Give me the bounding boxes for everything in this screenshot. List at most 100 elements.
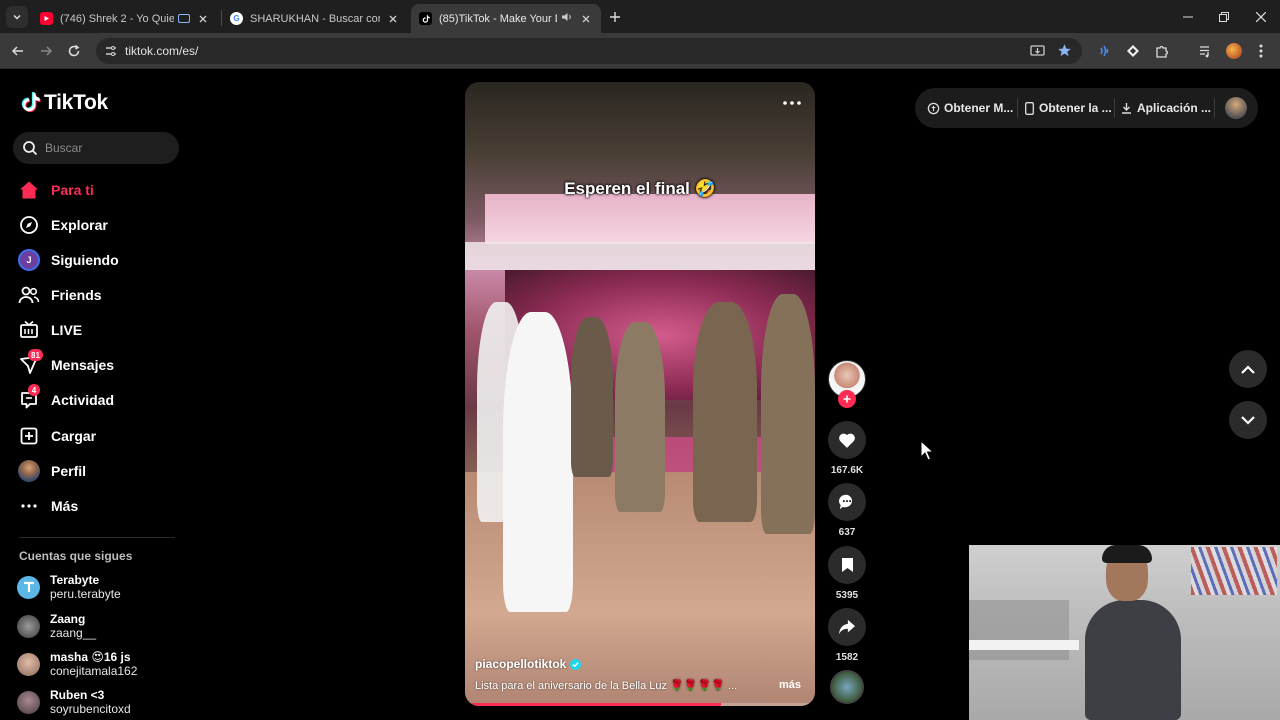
nav-label: Más — [51, 498, 79, 514]
close-tab-icon[interactable] — [386, 12, 400, 26]
install-app-icon[interactable] — [1030, 44, 1045, 63]
nav-item-live[interactable]: LIVE — [17, 317, 82, 343]
minimize-icon — [1183, 16, 1193, 18]
account-avatar — [17, 614, 40, 638]
nav-item-perfil[interactable]: Perfil — [17, 458, 86, 484]
video-author[interactable]: piacopellotiktok — [475, 657, 582, 671]
music-disc[interactable] — [830, 670, 864, 704]
comment-button[interactable] — [828, 483, 866, 521]
tab-title: (85)TikTok - Make Your Day — [439, 12, 557, 25]
video-player[interactable]: Esperen el final 🤣 piacopellotiktok List… — [465, 82, 815, 706]
bookmark-icon — [841, 558, 853, 572]
friends-icon — [17, 283, 41, 307]
extension-diamond-button[interactable] — [1123, 41, 1143, 61]
video-progress-bar[interactable] — [465, 703, 815, 706]
video-scene — [485, 194, 815, 244]
browser-tab[interactable]: (746) Shrek 2 - Yo Quiero U — [32, 4, 218, 33]
video-overlay-text: Esperen el final 🤣 — [564, 179, 716, 198]
get-app-link[interactable]: Obtener la ... — [1025, 101, 1112, 115]
browser-tab[interactable]: G SHARUKHAN - Buscar con Goo — [222, 4, 408, 33]
account-handle: peru.terabyte — [50, 587, 121, 601]
profile-button[interactable] — [1224, 41, 1244, 61]
followed-account[interactable]: Ruben <3 soyrubencitoxd — [17, 688, 131, 716]
sidebar-divider — [19, 537, 175, 538]
video-figure — [571, 317, 613, 477]
extension-audio-button[interactable] — [1094, 41, 1114, 61]
media-control-button[interactable] — [1196, 41, 1216, 61]
site-info-icon[interactable] — [104, 44, 118, 63]
top-bar-label: Obtener M... — [944, 101, 1014, 115]
top-bar-separator — [1214, 98, 1215, 118]
video-figure — [615, 322, 665, 512]
followed-account[interactable]: Terabyte peru.terabyte — [17, 573, 121, 601]
plus-icon — [843, 395, 851, 403]
tiktok-logo[interactable]: TikTok — [19, 91, 108, 115]
speaker-icon[interactable] — [561, 12, 573, 25]
video-more-options-icon[interactable] — [783, 92, 801, 110]
comment-count: 637 — [838, 527, 856, 538]
video-more-link[interactable]: más — [779, 679, 801, 691]
previous-video-button[interactable] — [1229, 350, 1267, 388]
webcam-scene — [969, 640, 1079, 650]
account-handle: conejitamala162 — [50, 664, 138, 678]
more-icon — [17, 494, 41, 518]
top-bar-label: Aplicación ... — [1137, 101, 1212, 115]
account-handle: soyrubencitoxd — [50, 702, 131, 716]
reload-button[interactable] — [64, 41, 84, 61]
video-progress-fill — [465, 703, 721, 706]
minimize-button[interactable] — [1179, 8, 1197, 26]
close-tab-icon[interactable] — [196, 12, 210, 26]
browser-menu-button[interactable] — [1251, 41, 1271, 61]
next-video-button[interactable] — [1229, 401, 1267, 439]
nav-item-mas[interactable]: Más — [17, 493, 78, 519]
search-input[interactable]: Buscar — [13, 132, 179, 164]
save-button[interactable] — [828, 546, 866, 584]
share-button[interactable] — [828, 608, 866, 646]
nav-item-siguiendo[interactable]: J Siguiendo — [17, 247, 119, 273]
chevron-down-icon — [1241, 415, 1255, 425]
tab-search-button[interactable] — [6, 6, 28, 28]
back-button[interactable] — [8, 41, 28, 61]
close-icon — [1256, 12, 1266, 22]
like-button[interactable] — [828, 421, 866, 459]
browser-tab-active[interactable]: (85)TikTok - Make Your Day — [411, 4, 601, 33]
nav-item-actividad[interactable]: 4 Actividad — [17, 384, 114, 413]
browser-toolbar: tiktok.com/es/ — [0, 33, 1280, 69]
share-count: 1582 — [835, 652, 859, 663]
save-count: 5395 — [835, 590, 859, 601]
heart-icon — [839, 433, 855, 448]
download-icon — [1122, 103, 1131, 114]
url-text: tiktok.com/es/ — [125, 44, 199, 58]
close-window-button[interactable] — [1252, 8, 1270, 26]
followed-account[interactable]: masha 😍16 js conejitamala162 — [17, 650, 137, 678]
forward-button[interactable] — [36, 41, 56, 61]
address-bar[interactable]: tiktok.com/es/ — [96, 38, 1082, 64]
bookmark-star-icon[interactable] — [1057, 43, 1072, 63]
nav-item-cargar[interactable]: Cargar — [17, 423, 96, 449]
get-coins-link[interactable]: Obtener M... — [927, 101, 1013, 115]
nav-label: Siguiendo — [51, 252, 119, 268]
followed-account[interactable]: Zaang zaang__ — [17, 612, 96, 640]
webcam-scene — [1191, 547, 1277, 595]
logo-wordmark: TikTok — [44, 91, 108, 114]
follow-button[interactable] — [838, 390, 856, 408]
account-name: masha 😍16 js — [50, 650, 131, 664]
top-bar-label: Obtener la ... — [1039, 101, 1112, 115]
restore-button[interactable] — [1215, 8, 1233, 26]
user-avatar[interactable] — [1225, 97, 1247, 119]
webcam-person — [1102, 545, 1152, 563]
webcam-person — [1085, 600, 1181, 720]
search-icon — [22, 140, 38, 161]
new-tab-button[interactable] — [606, 8, 624, 26]
desktop-app-link[interactable]: Aplicación ... — [1121, 101, 1211, 115]
close-tab-icon[interactable] — [579, 12, 593, 26]
search-placeholder: Buscar — [45, 141, 83, 155]
extensions-button[interactable] — [1152, 41, 1172, 61]
live-tv-icon — [17, 318, 41, 342]
nav-item-friends[interactable]: Friends — [17, 282, 102, 308]
nav-item-para-ti[interactable]: Para ti — [17, 177, 94, 203]
playlist-icon — [1200, 46, 1209, 58]
messages-badge: 81 — [28, 349, 43, 361]
nav-item-explorar[interactable]: Explorar — [17, 212, 108, 238]
nav-item-mensajes[interactable]: 81 Mensajes — [17, 349, 114, 378]
